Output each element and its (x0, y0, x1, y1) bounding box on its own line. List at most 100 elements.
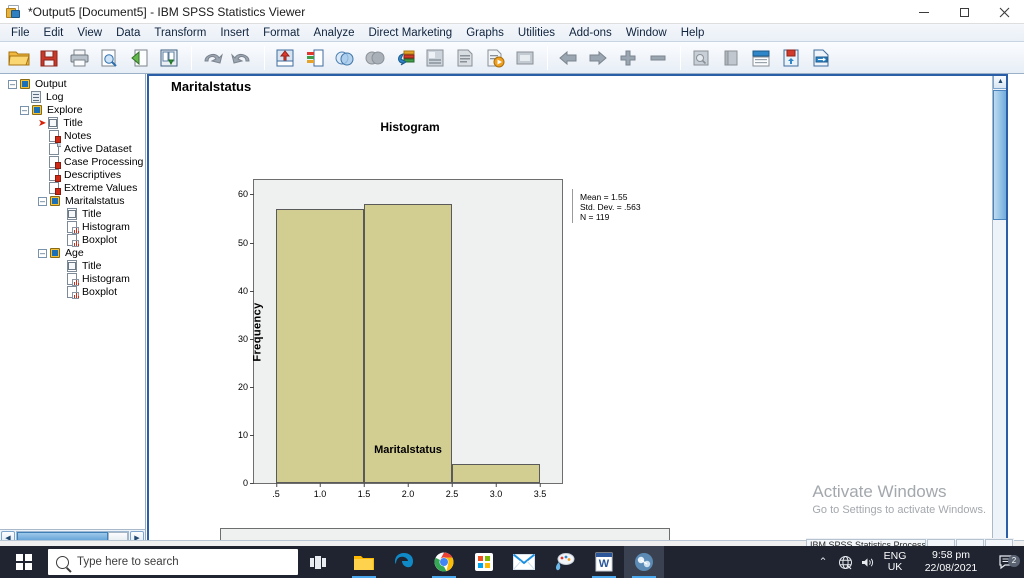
menu-insert[interactable]: Insert (213, 26, 256, 40)
scrollbar-thumb[interactable] (993, 90, 1008, 220)
ibm-spss-icon[interactable] (624, 546, 664, 578)
outline-item-maritalstatus-boxplot[interactable]: Boxplot (4, 234, 145, 247)
network-icon[interactable] (834, 555, 856, 570)
forward-arrow-icon[interactable] (584, 44, 612, 72)
histogram-bar-1[interactable] (276, 208, 364, 483)
goto-case-icon[interactable] (271, 44, 299, 72)
paint-3d-icon[interactable] (544, 546, 584, 578)
viewer-vertical-scrollbar[interactable]: ▲ (992, 74, 1008, 546)
outline-item-log[interactable]: Log (4, 91, 145, 104)
insert-title-icon[interactable] (747, 44, 775, 72)
menu-help[interactable]: Help (674, 26, 712, 40)
histogram-bar-3[interactable] (452, 463, 540, 483)
microsoft-edge-icon[interactable] (384, 546, 424, 578)
value-labels-icon[interactable] (451, 44, 479, 72)
outline-item-age[interactable]: – Age (4, 247, 145, 260)
run-descriptives-icon[interactable] (361, 44, 389, 72)
show-hide-icon[interactable] (511, 44, 539, 72)
expander-minus-icon[interactable]: – (38, 197, 47, 206)
outline-pane[interactable]: – Output Log – Explore ➤ Title Notes Act… (0, 74, 146, 529)
menu-data[interactable]: Data (109, 26, 147, 40)
preview-icon[interactable] (687, 44, 715, 72)
clock[interactable]: 9:58 pm 22/08/2021 (912, 549, 990, 575)
outline-item-maritalstatus[interactable]: – Maritalstatus (4, 195, 145, 208)
undo-icon[interactable] (198, 44, 226, 72)
print-icon[interactable] (65, 44, 93, 72)
run-script-icon[interactable] (481, 44, 509, 72)
histogram-chart[interactable]: Histogram Frequency 0 10 20 30 40 50 60 (180, 114, 641, 514)
export-icon[interactable] (155, 44, 183, 72)
chart-icon (66, 286, 79, 299)
outline-item-maritalstatus-histogram[interactable]: Histogram (4, 221, 145, 234)
notification-center-icon[interactable]: 2 (990, 554, 1024, 570)
redo-icon[interactable] (228, 44, 256, 72)
outline-item-descriptives[interactable]: Descriptives (4, 169, 145, 182)
recall-dialog-icon[interactable] (125, 44, 153, 72)
volume-icon[interactable] (856, 555, 878, 570)
outline-item-age-title[interactable]: Title (4, 260, 145, 273)
demote-icon[interactable] (644, 44, 672, 72)
insert-text-icon[interactable] (777, 44, 805, 72)
google-chrome-icon[interactable] (424, 546, 464, 578)
menu-window[interactable]: Window (619, 26, 674, 40)
outline-item-extreme-values[interactable]: Extreme Values (4, 182, 145, 195)
start-button[interactable] (0, 546, 48, 578)
output-viewer-pane[interactable]: Maritalstatus Histogram Frequency 0 10 2… (147, 74, 1008, 546)
menu-format[interactable]: Format (256, 26, 306, 40)
outline-item-label: Title (82, 260, 102, 272)
outline-item-active-dataset[interactable]: Active Dataset (4, 143, 145, 156)
expander-minus-icon[interactable]: – (8, 80, 17, 89)
book-icon[interactable] (717, 44, 745, 72)
promote-icon[interactable] (614, 44, 642, 72)
outline-item-explore[interactable]: – Explore (4, 104, 145, 117)
microsoft-store-icon[interactable] (464, 546, 504, 578)
menu-add-ons[interactable]: Add-ons (562, 26, 619, 40)
menu-transform[interactable]: Transform (147, 26, 213, 40)
outline-item-age-boxplot[interactable]: Boxplot (4, 286, 145, 299)
outline-item-title[interactable]: ➤ Title (4, 117, 145, 130)
task-view-icon[interactable] (298, 546, 338, 578)
expander-minus-icon[interactable]: – (20, 106, 29, 115)
outline-item-output[interactable]: – Output (4, 78, 145, 91)
outline-item-label: Age (65, 247, 84, 259)
back-arrow-icon[interactable] (554, 44, 582, 72)
toolbar-separator (191, 45, 192, 70)
find-icon[interactable] (391, 44, 419, 72)
print-preview-icon[interactable] (95, 44, 123, 72)
menu-direct-marketing[interactable]: Direct Marketing (361, 26, 459, 40)
outline-item-notes[interactable]: Notes (4, 130, 145, 143)
minimize-button[interactable] (904, 0, 944, 24)
microsoft-word-icon[interactable]: W (584, 546, 624, 578)
outline-item-label: Title (63, 117, 83, 129)
goto-variable-icon[interactable] (301, 44, 329, 72)
outline-tree: – Output Log – Explore ➤ Title Notes Act… (0, 74, 145, 299)
outline-item-case-processing[interactable]: Case Processing (4, 156, 145, 169)
menu-utilities[interactable]: Utilities (511, 26, 562, 40)
file-explorer-icon[interactable] (344, 546, 384, 578)
select-cases-icon[interactable] (421, 44, 449, 72)
y-axis-label: Frequency (251, 301, 264, 362)
search-input[interactable]: Type here to search (48, 549, 298, 575)
variables-icon[interactable] (331, 44, 359, 72)
histogram-bar-2[interactable] (363, 204, 452, 483)
menu-edit[interactable]: Edit (37, 26, 71, 40)
language-indicator[interactable]: ENG UK (878, 551, 912, 573)
log-icon (30, 91, 43, 104)
menu-analyze[interactable]: Analyze (307, 26, 362, 40)
save-icon[interactable] (35, 44, 63, 72)
scroll-up-button[interactable]: ▲ (993, 74, 1008, 89)
expander-minus-icon[interactable]: – (38, 249, 47, 258)
open-file-icon[interactable] (5, 44, 33, 72)
mail-icon[interactable] (504, 546, 544, 578)
menu-file[interactable]: File (4, 26, 37, 40)
insert-page-break-icon[interactable] (807, 44, 835, 72)
outline-item-label: Histogram (82, 273, 130, 285)
outline-item-maritalstatus-title[interactable]: Title (4, 208, 145, 221)
outline-item-age-histogram[interactable]: Histogram (4, 273, 145, 286)
show-hidden-icons-chevron-icon[interactable]: ⌃ (812, 556, 834, 568)
menu-view[interactable]: View (70, 26, 109, 40)
menu-graphs[interactable]: Graphs (459, 26, 511, 40)
spss-viewer-window: *Output5 [Document5] - IBM SPSS Statisti… (0, 0, 1024, 578)
maximize-button[interactable] (944, 0, 984, 24)
close-button[interactable] (984, 0, 1024, 24)
